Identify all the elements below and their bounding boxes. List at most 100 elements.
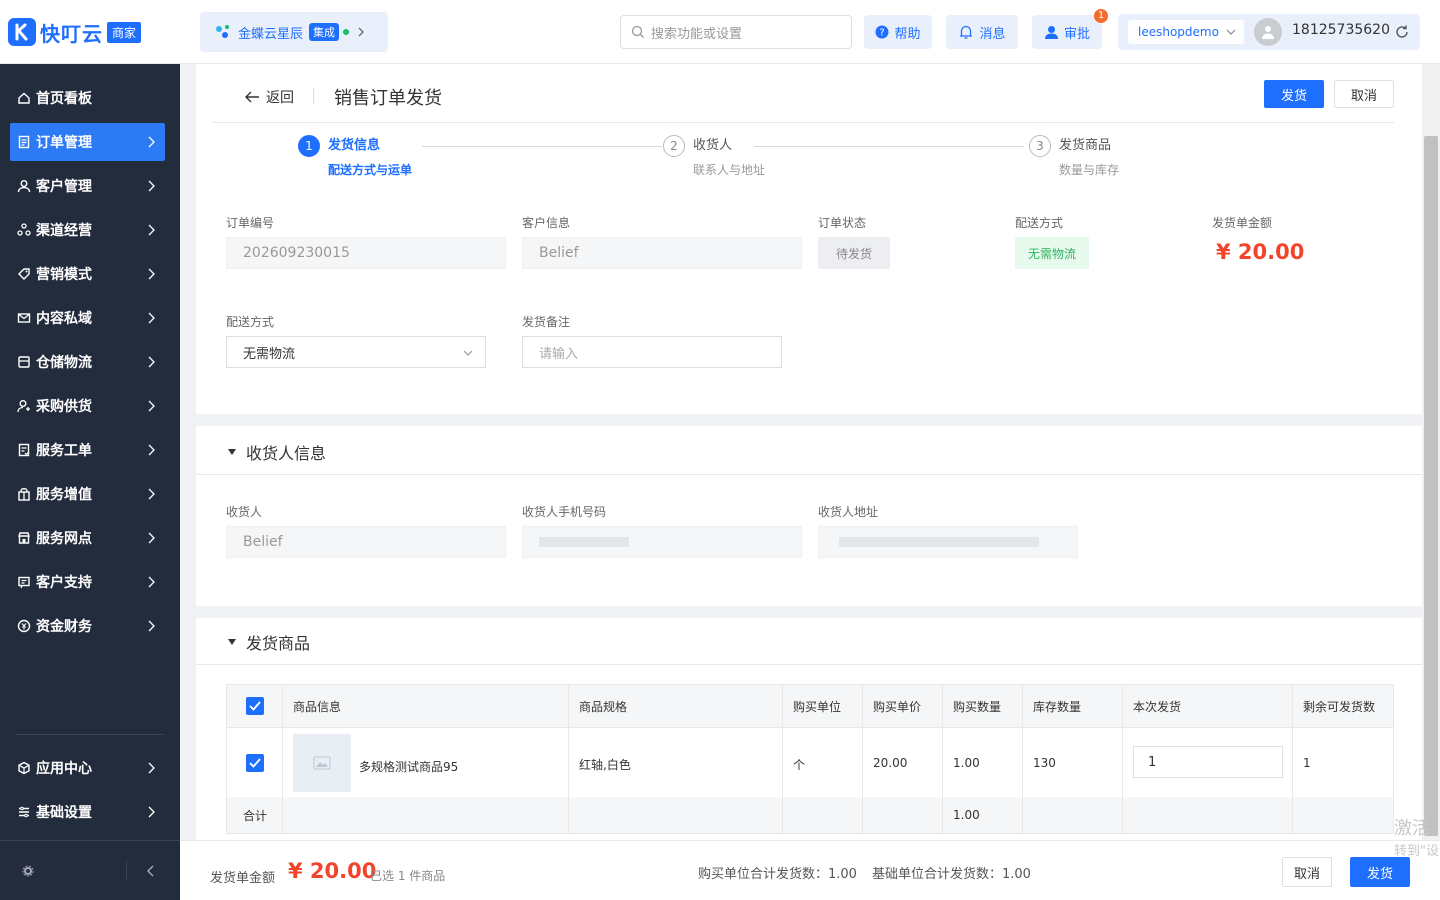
total-empty-cell [863, 797, 943, 833]
back-button[interactable]: 返回 [244, 87, 294, 107]
receiver-phone-field [522, 526, 802, 558]
cancel-button-bottom[interactable]: 取消 [1282, 857, 1332, 887]
sidebar-item-label: 客户管理 [36, 179, 92, 195]
sidebar-item-purchase[interactable]: 采购供货 [10, 387, 165, 425]
ship-qty-input[interactable]: 1 [1133, 746, 1283, 778]
integration-name: 金蝶云星辰 [238, 26, 304, 42]
support-icon [16, 574, 32, 590]
step-title: 发货信息 [328, 138, 381, 153]
col-header-qty: 购买数量 [943, 685, 1023, 727]
receiver-section-toggle[interactable]: 收货人信息 [228, 440, 326, 464]
sidebar-item-store[interactable]: 服务网点 [10, 519, 165, 557]
home-icon [16, 90, 32, 106]
store-name: leeshopdemo [1138, 25, 1219, 39]
chevron-right-icon [147, 444, 155, 456]
sidebar-item-label: 首页看板 [36, 91, 92, 107]
bell-icon [960, 25, 973, 39]
sidebar-item-cube[interactable]: 应用中心 [10, 749, 165, 787]
logo[interactable]: 快叮云 商家 [8, 18, 142, 46]
header-divider-line [212, 122, 1394, 123]
step-3[interactable]: 3 发货商品 数量与库存 [1029, 135, 1119, 178]
sidebar-item-user[interactable]: 客户管理 [10, 167, 165, 205]
collapse-sidebar-icon[interactable] [146, 865, 156, 877]
chevron-right-icon [147, 576, 155, 588]
arrow-left-icon [245, 91, 259, 103]
delivery-method-select[interactable]: 无需物流 [226, 336, 486, 368]
caret-down-icon [228, 449, 236, 455]
approval-button[interactable]: 审批 1 [1032, 9, 1108, 49]
integration-tag: 集成 [309, 23, 340, 41]
help-button[interactable]: ? 帮助 [864, 15, 932, 49]
order-icon [16, 134, 32, 150]
chevron-right-icon [358, 27, 364, 37]
redacted-address [839, 537, 1039, 547]
sidebar-item-label: 服务工单 [36, 443, 92, 459]
page-title: 销售订单发货 [334, 88, 442, 109]
unit-cell: 个 [783, 727, 863, 797]
sidebar-item-support[interactable]: 客户支持 [10, 563, 165, 601]
search-input[interactable]: 搜索功能或设置 [620, 15, 852, 49]
sidebar-item-ticket[interactable]: 服务工单 [10, 431, 165, 469]
total-empty-cell [283, 797, 569, 833]
store-icon [16, 530, 32, 546]
remark-input[interactable]: 请输入 [522, 336, 782, 368]
receiver-address-label: 收货人地址 [818, 505, 879, 519]
sidebar-item-tag[interactable]: 营销模式 [10, 255, 165, 293]
step-1[interactable]: 1 发货信息 配送方式与运单 [298, 135, 412, 178]
sidebar-divider [16, 734, 164, 735]
cancel-button-top[interactable]: 取消 [1334, 80, 1394, 108]
sidebar-item-label: 服务增值 [36, 487, 92, 503]
chevron-right-icon [147, 488, 155, 500]
sidebar-item-warehouse[interactable]: 仓储物流 [10, 343, 165, 381]
avatar[interactable] [1254, 18, 1282, 46]
chevron-right-icon [147, 400, 155, 412]
message-button[interactable]: 消息 [946, 15, 1018, 49]
col-header-ship-qty: 本次发货 [1123, 685, 1293, 727]
gear-icon[interactable] [22, 865, 34, 877]
customer-label: 客户信息 [522, 216, 571, 230]
approval-count-badge: 1 [1094, 9, 1108, 23]
ship-button-top[interactable]: 发货 [1264, 80, 1324, 108]
sidebar-item-channel[interactable]: 渠道经营 [10, 211, 165, 249]
activation-watermark: 激活 [1394, 818, 1430, 839]
store-select[interactable]: leeshopdemo [1128, 20, 1244, 44]
chevron-right-icon [147, 762, 155, 774]
search-placeholder: 搜索功能或设置 [651, 26, 743, 42]
col-header-stock: 库存数量 [1023, 685, 1123, 727]
help-label: 帮助 [894, 26, 921, 42]
purchase-icon [16, 398, 32, 414]
sidebar-item-finance[interactable]: 资金财务 [10, 607, 165, 645]
goods-section-toggle[interactable]: 发货商品 [228, 630, 310, 654]
sidebar-item-label: 服务网点 [36, 531, 92, 547]
logo-k-icon [8, 18, 36, 46]
delivery-method-label: 配送方式 [226, 315, 275, 329]
sidebar: 首页看板订单管理客户管理渠道经营营销模式内容私域仓储物流采购供货服务工单服务增值… [0, 64, 180, 900]
remaining-cell: 1 [1293, 727, 1393, 797]
select-all-cell [227, 685, 283, 727]
user-icon [1044, 25, 1058, 39]
integration-switcher[interactable]: 金蝶云星辰 集成 [200, 12, 388, 52]
ship-qty-cell: 1 [1123, 727, 1293, 797]
sidebar-item-mail[interactable]: 内容私域 [10, 299, 165, 337]
row-checkbox[interactable] [245, 753, 264, 772]
step-connector [754, 146, 1024, 147]
top-bar: 快叮云 商家 金蝶云星辰 集成 搜索功能或设置 ? 帮助 消息 审批 1 lee… [0, 0, 1440, 64]
total-empty-cell [1293, 797, 1393, 833]
base-unit-total: 基础单位合计发货数：1.00 [872, 867, 1031, 882]
sidebar-item-settings-list[interactable]: 基础设置 [10, 793, 165, 831]
header-divider [313, 88, 314, 104]
ship-button-bottom[interactable]: 发货 [1350, 857, 1410, 887]
step-title: 发货商品 [1059, 138, 1112, 153]
sidebar-item-home[interactable]: 首页看板 [10, 79, 165, 117]
scrollbar-thumb[interactable] [1424, 136, 1438, 836]
total-empty-cell [1123, 797, 1293, 833]
product-name[interactable]: 多规格测试商品95 [359, 758, 458, 775]
sidebar-item-order[interactable]: 订单管理 [10, 123, 165, 161]
check-icon [248, 701, 261, 711]
step-2[interactable]: 2 收货人 联系人与地址 [663, 135, 765, 178]
sidebar-item-gift[interactable]: 服务增值 [10, 475, 165, 513]
sidebar-item-label: 客户支持 [36, 575, 92, 591]
activation-watermark-sub: 转到"设 [1394, 844, 1439, 859]
select-all-checkbox[interactable] [245, 697, 264, 715]
refresh-icon[interactable] [1394, 24, 1410, 40]
